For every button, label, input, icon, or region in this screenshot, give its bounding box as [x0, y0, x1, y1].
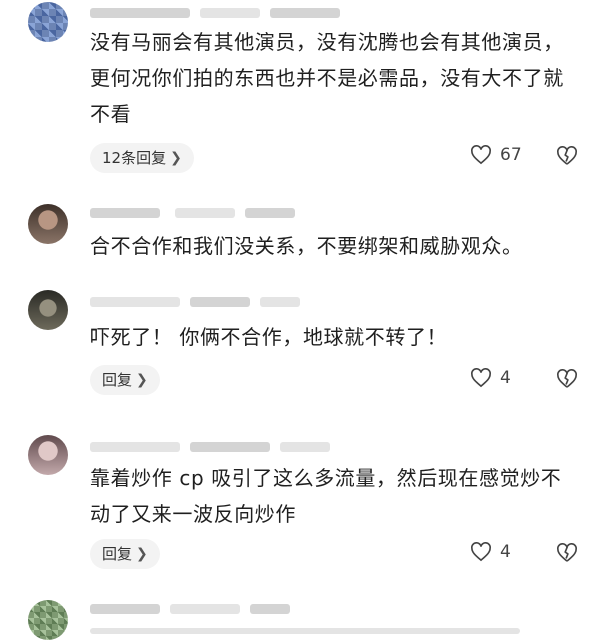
like-count: 4 [500, 368, 511, 388]
broken-heart-icon [557, 146, 577, 165]
like-count: 4 [500, 542, 511, 562]
view-replies-button[interactable]: 12条回复 ❯ [90, 143, 194, 173]
broken-heart-icon [557, 543, 577, 562]
comment-item [0, 598, 600, 640]
heart-outline-icon [471, 145, 491, 165]
avatar[interactable] [28, 435, 68, 475]
reply-button[interactable]: 回复 ❯ [90, 539, 160, 569]
broken-heart-icon [557, 369, 577, 388]
heart-outline-icon [471, 368, 491, 388]
heart-outline-icon [471, 542, 491, 562]
chevron-right-icon: ❯ [136, 546, 148, 562]
comment-item: 靠着炒作 cp 吸引了这么多流量，然后现在感觉炒不动了又来一波反向炒作 回复 ❯… [0, 430, 600, 590]
avatar[interactable] [28, 600, 68, 640]
reply-button[interactable]: 回复 ❯ [90, 365, 160, 395]
dislike-button[interactable] [556, 543, 578, 563]
like-button[interactable]: 4 [470, 542, 511, 562]
comment-text: 没有马丽会有其他演员，没有沈腾也会有其他演员，更何况你们拍的东西也并不是必需品，… [90, 30, 564, 126]
comment-item: 合不合作和我们没关系，不要绑架和威胁观众。 [0, 200, 600, 280]
comment-item: 吓死了！ 你俩不合作，地球就不转了！ 回复 ❯ 4 [0, 285, 600, 405]
reply-label: 回复 [102, 371, 133, 389]
avatar[interactable] [28, 2, 68, 42]
reply-label: 回复 [102, 545, 133, 563]
chevron-right-icon: ❯ [136, 372, 148, 388]
avatar[interactable] [28, 204, 68, 244]
dislike-button[interactable] [556, 146, 578, 166]
dislike-button[interactable] [556, 369, 578, 389]
comment-text: 合不合作和我们没关系，不要绑架和威胁观众。 [90, 234, 523, 258]
comment-text: 靠着炒作 cp 吸引了这么多流量，然后现在感觉炒不动了又来一波反向炒作 [90, 466, 562, 526]
like-button[interactable]: 4 [470, 368, 511, 388]
comment-item: 没有马丽会有其他演员，没有沈腾也会有其他演员，更何况你们拍的东西也并不是必需品，… [0, 0, 600, 190]
chevron-right-icon: ❯ [170, 150, 182, 166]
avatar[interactable] [28, 290, 68, 330]
like-count: 67 [500, 145, 522, 165]
comment-text: 吓死了！ 你俩不合作，地球就不转了！ [90, 325, 448, 349]
like-button[interactable]: 67 [470, 145, 522, 165]
reply-label: 12条回复 [102, 149, 167, 167]
